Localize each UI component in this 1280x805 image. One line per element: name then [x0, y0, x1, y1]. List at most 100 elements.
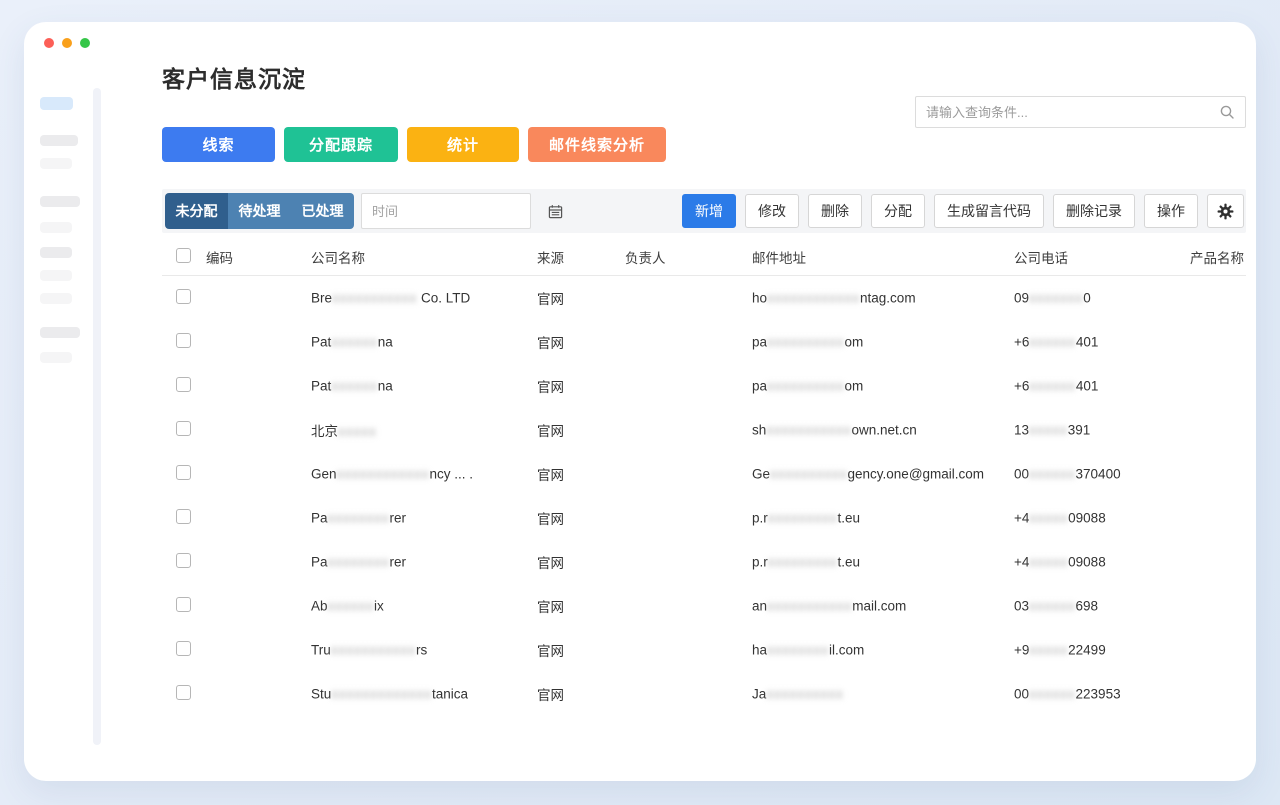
table-row: 北京xxxxx 官网 shxxxxxxxxxxxown.net.cn 13xxx… [162, 408, 1246, 452]
row-checkbox[interactable] [176, 553, 191, 568]
company-name-cell: Patxxxxxxna [311, 378, 393, 394]
email-cell: paxxxxxxxxxxom [752, 334, 864, 350]
action-button-row: 新增 修改 删除 分配 生成留言代码 删除记录 操作 [682, 194, 1244, 228]
email-cell: Jaxxxxxxxxxx [752, 686, 844, 702]
nav-button-assign-track[interactable]: 分配跟踪 [284, 127, 398, 162]
source-cell: 官网 [537, 688, 564, 703]
edit-button[interactable]: 修改 [745, 194, 799, 228]
search-icon[interactable] [1219, 104, 1235, 120]
table-row: Brexxxxxxxxxxx Co. LTD 官网 hoxxxxxxxxxxxx… [162, 276, 1246, 320]
gear-icon [1216, 202, 1235, 221]
row-checkbox[interactable] [176, 421, 191, 436]
row-checkbox[interactable] [176, 289, 191, 304]
nav-button-clues[interactable]: 线索 [162, 127, 275, 162]
phone-cell: +6xxxxxx401 [1014, 378, 1099, 394]
company-name-cell: 北京xxxxx [311, 424, 377, 439]
page-title: 客户信息沉淀 [162, 66, 306, 92]
tab-unassigned[interactable]: 未分配 [165, 193, 228, 229]
email-cell: p.rxxxxxxxxxt.eu [752, 554, 861, 570]
company-name-cell: Stuxxxxxxxxxxxxxtanica [311, 686, 469, 702]
source-cell: 官网 [537, 292, 564, 307]
nav-button-stats[interactable]: 统计 [407, 127, 519, 162]
operate-button[interactable]: 操作 [1144, 194, 1198, 228]
add-button[interactable]: 新增 [682, 194, 736, 228]
row-checkbox[interactable] [176, 509, 191, 524]
phone-cell: 13xxxxx391 [1014, 422, 1091, 438]
company-name-cell: Brexxxxxxxxxxx Co. LTD [311, 290, 471, 306]
table-row: Patxxxxxxna 官网 paxxxxxxxxxxom +6xxxxxx40… [162, 364, 1246, 408]
phone-cell: +4xxxxx09088 [1014, 510, 1106, 526]
table-row: Paxxxxxxxxrer 官网 p.rxxxxxxxxxt.eu +4xxxx… [162, 496, 1246, 540]
phone-cell: 09xxxxxxx0 [1014, 290, 1091, 306]
sidebar-placeholder-item [40, 247, 72, 258]
source-cell: 官网 [537, 336, 564, 351]
company-name-cell: Abxxxxxxix [311, 598, 384, 614]
source-cell: 官网 [537, 600, 564, 615]
table-row: Patxxxxxxna 官网 paxxxxxxxxxxom +6xxxxxx40… [162, 320, 1246, 364]
nav-button-mail-clue-analysis[interactable]: 邮件线索分析 [528, 127, 666, 162]
close-window-icon[interactable] [44, 38, 54, 48]
sidebar [40, 97, 98, 363]
filter-bar: 未分配 待处理 已处理 新增 修改 删除 分配 生成留言代码 删除记录 操作 [162, 189, 1246, 233]
company-name-cell: Genxxxxxxxxxxxxncy ... . [311, 466, 474, 482]
email-cell: anxxxxxxxxxxxmail.com [752, 598, 907, 614]
sidebar-placeholder-item [40, 158, 72, 169]
calendar-icon[interactable] [548, 204, 563, 219]
email-cell: p.rxxxxxxxxxt.eu [752, 510, 861, 526]
date-filter [361, 193, 563, 229]
source-cell: 官网 [537, 380, 564, 395]
minimize-window-icon[interactable] [62, 38, 72, 48]
phone-cell: +6xxxxxx401 [1014, 334, 1099, 350]
sidebar-placeholder-item [40, 327, 80, 338]
nav-button-row: 线索 分配跟踪 统计 邮件线索分析 [162, 127, 666, 162]
col-header-phone: 公司电话 [1014, 250, 1068, 266]
col-header-product: 产品名称 [1190, 250, 1244, 266]
tab-pending[interactable]: 待处理 [228, 193, 291, 229]
delete-record-button[interactable]: 删除记录 [1053, 194, 1135, 228]
row-checkbox[interactable] [176, 641, 191, 656]
row-checkbox[interactable] [176, 597, 191, 612]
select-all-checkbox[interactable] [176, 247, 191, 263]
search-input[interactable] [926, 104, 1219, 120]
search-box [915, 96, 1246, 128]
company-name-cell: Paxxxxxxxxrer [311, 510, 407, 526]
generate-message-code-button[interactable]: 生成留言代码 [934, 194, 1044, 228]
sidebar-placeholder-item [40, 270, 72, 281]
tab-processed[interactable]: 已处理 [291, 193, 354, 229]
email-cell: Gexxxxxxxxxxgency.one@gmail.com [752, 466, 985, 482]
row-checkbox[interactable] [176, 685, 191, 700]
email-cell: hoxxxxxxxxxxxxntag.com [752, 290, 916, 306]
status-tab-group: 未分配 待处理 已处理 [165, 193, 354, 229]
date-input[interactable] [372, 203, 548, 219]
table-row: Stuxxxxxxxxxxxxxtanica 官网 Jaxxxxxxxxxx 0… [162, 672, 1246, 716]
table-row: Genxxxxxxxxxxxxncy ... . 官网 Gexxxxxxxxxx… [162, 452, 1246, 496]
zoom-window-icon[interactable] [80, 38, 90, 48]
table-row: Paxxxxxxxxrer 官网 p.rxxxxxxxxxt.eu +4xxxx… [162, 540, 1246, 584]
phone-cell: +4xxxxx09088 [1014, 554, 1106, 570]
company-name-cell: Truxxxxxxxxxxxrs [311, 642, 428, 658]
settings-button[interactable] [1207, 194, 1244, 228]
col-header-code: 编码 [206, 250, 233, 266]
phone-cell: 00xxxxxx370400 [1014, 466, 1121, 482]
sidebar-placeholder-item [40, 293, 72, 304]
source-cell: 官网 [537, 556, 564, 571]
company-name-cell: Patxxxxxxna [311, 334, 393, 350]
email-cell: haxxxxxxxxil.com [752, 642, 865, 658]
row-checkbox[interactable] [176, 377, 191, 392]
col-header-owner: 负责人 [625, 250, 666, 266]
col-header-source: 来源 [537, 250, 564, 266]
row-checkbox[interactable] [176, 465, 191, 480]
main-content: 客户信息沉淀 线索 分配跟踪 统计 邮件线索分析 未分配 待处理 已处理 [162, 22, 1246, 781]
delete-button[interactable]: 删除 [808, 194, 862, 228]
col-header-company: 公司名称 [311, 250, 365, 266]
assign-button[interactable]: 分配 [871, 194, 925, 228]
source-cell: 官网 [537, 424, 564, 439]
leads-table: 编码 公司名称 来源 负责人 邮件地址 公司电话 产品名称 Brexxxxxxx… [162, 238, 1246, 716]
row-checkbox[interactable] [176, 333, 191, 348]
sidebar-placeholder-item [40, 222, 72, 233]
source-cell: 官网 [537, 468, 564, 483]
sidebar-active-item[interactable] [40, 97, 73, 110]
table-body: Brexxxxxxxxxxx Co. LTD 官网 hoxxxxxxxxxxxx… [162, 276, 1246, 716]
sidebar-placeholder-item [40, 196, 80, 207]
sidebar-divider [93, 88, 101, 745]
